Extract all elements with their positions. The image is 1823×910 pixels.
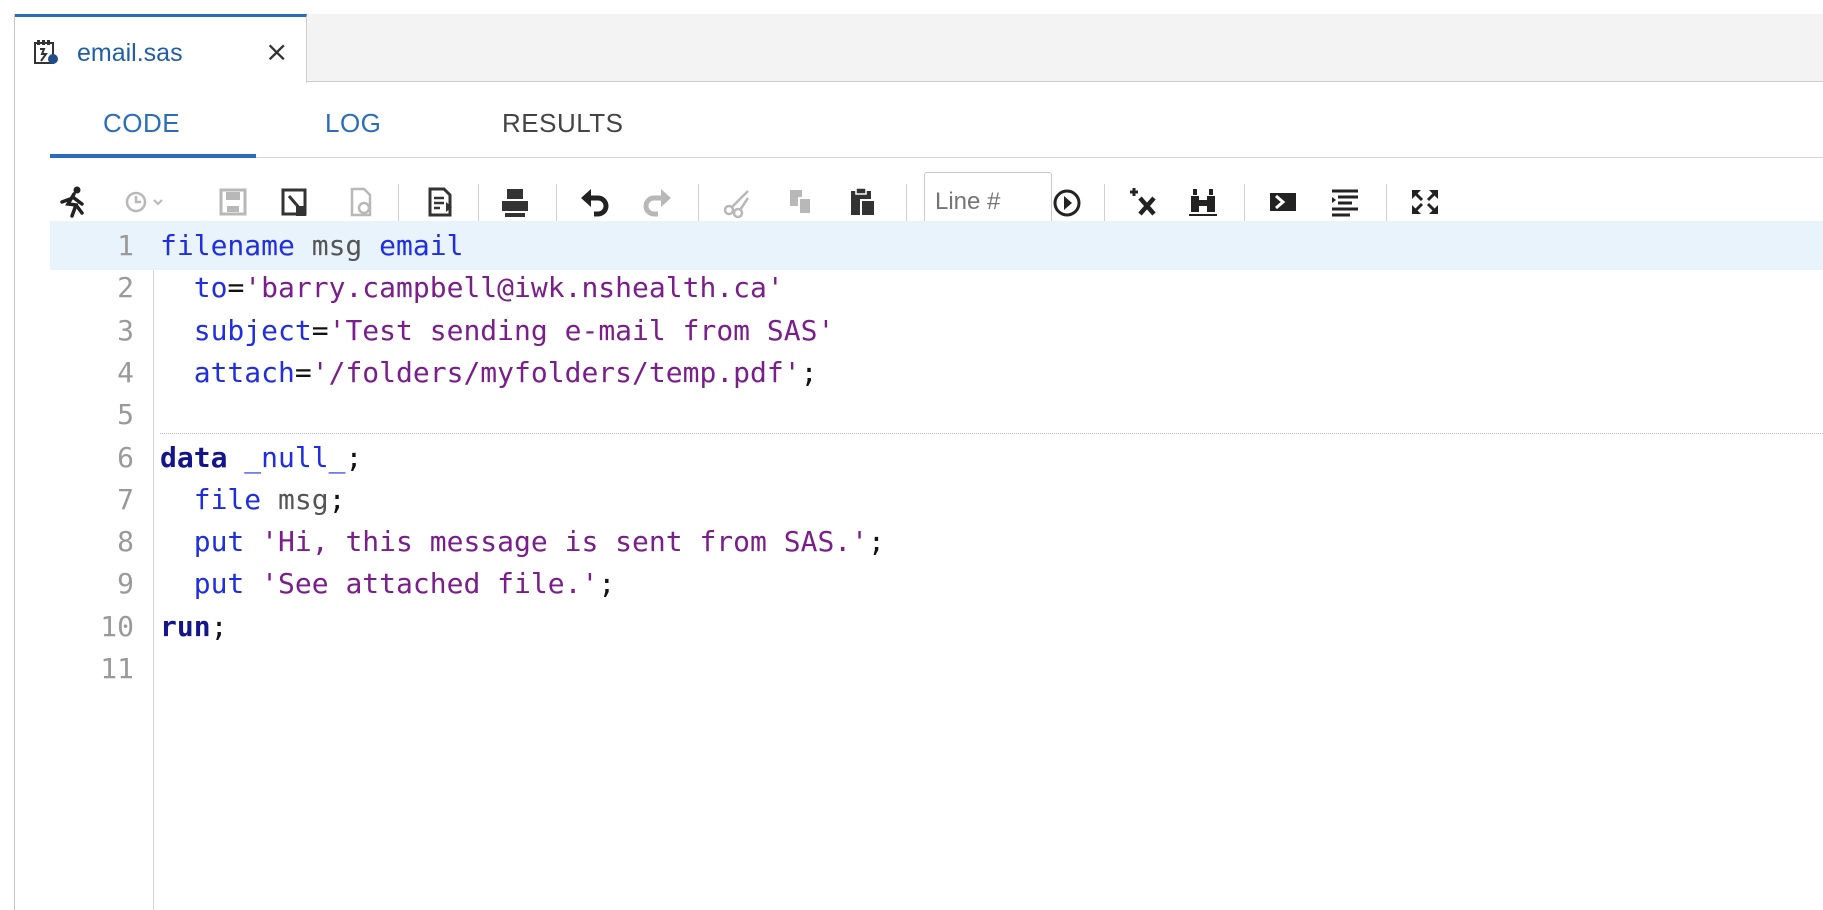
- file-tab-email-sas[interactable]: email.sas ×: [15, 14, 307, 83]
- active-tab-indicator: [50, 154, 256, 158]
- format-code-icon[interactable]: [1328, 184, 1362, 220]
- snippet-icon[interactable]: [1266, 184, 1300, 220]
- file-tab-strip: email.sas ×: [15, 14, 1823, 83]
- run-icon[interactable]: [56, 184, 90, 220]
- code-token: =: [227, 271, 245, 305]
- tab-code[interactable]: CODE: [103, 108, 180, 139]
- code-token: ;: [210, 609, 228, 643]
- find-replace-icon[interactable]: [1186, 184, 1220, 220]
- maximize-icon[interactable]: [1408, 184, 1442, 220]
- code-token: msg: [294, 229, 380, 262]
- code-token: subject: [193, 313, 312, 347]
- code-token: ;: [328, 482, 346, 516]
- toolbar-separator: [398, 184, 399, 224]
- save-icon[interactable]: [216, 184, 250, 220]
- code-token: 'See attached file.': [261, 567, 599, 601]
- close-tab-icon[interactable]: ×: [265, 35, 288, 68]
- code-token: msg: [261, 482, 329, 516]
- code-token: put: [193, 567, 245, 601]
- code-token: ;: [598, 567, 616, 601]
- code-token: 'Test sending e-mail from SAS': [328, 313, 835, 347]
- code-token: =: [294, 355, 312, 389]
- code-line[interactable]: 11: [50, 644, 1823, 693]
- copy-icon[interactable]: [784, 184, 818, 220]
- code-token: ;: [868, 525, 885, 559]
- view-tabs: CODE LOG RESULTS: [50, 98, 1823, 158]
- go-to-line-icon[interactable]: [1050, 184, 1084, 220]
- toolbar-separator: [906, 184, 907, 224]
- history-dropdown-icon[interactable]: [120, 184, 166, 220]
- toolbar-separator: [1104, 184, 1105, 224]
- line-number: 11: [100, 652, 134, 685]
- code-token: '/folders/myfolders/temp.pdf': [311, 355, 801, 389]
- print-icon[interactable]: [498, 184, 532, 220]
- clear-icon[interactable]: [1126, 184, 1160, 220]
- cut-icon[interactable]: [720, 184, 754, 220]
- step-boundary-divider: [160, 432, 1823, 434]
- code-token: put: [193, 525, 245, 559]
- code-token: _null_: [244, 440, 346, 474]
- toolbar-separator: [698, 184, 699, 224]
- toolbar-separator: [478, 184, 479, 224]
- code-token: to: [193, 271, 228, 305]
- open-icon[interactable]: [344, 184, 378, 220]
- code-editor[interactable]: 1 filename msg email 2 to='barry.campbell@…: [50, 221, 1823, 910]
- toolbar-separator: [1386, 184, 1387, 224]
- redo-icon[interactable]: [640, 184, 674, 220]
- code-token: ;: [345, 440, 363, 474]
- tab-log[interactable]: LOG: [325, 108, 381, 139]
- code-token: email: [379, 229, 464, 262]
- undo-icon[interactable]: [578, 184, 612, 220]
- paste-icon[interactable]: [846, 184, 880, 220]
- code-token: attach: [193, 355, 295, 389]
- sas-program-icon: [33, 39, 59, 65]
- code-token: 'Hi, this message is sent from SAS.': [261, 525, 869, 559]
- code-token: filename: [160, 229, 295, 262]
- code-token: data: [160, 440, 228, 474]
- file-tab-label: email.sas: [77, 39, 183, 67]
- toolbar-separator: [556, 184, 557, 224]
- code-token: ;: [800, 355, 818, 389]
- toolbar-separator: [1244, 184, 1245, 224]
- code-token: run: [160, 609, 211, 643]
- code-token: =: [311, 313, 329, 347]
- log-icon[interactable]: [424, 184, 458, 220]
- code-token: file: [193, 482, 262, 516]
- save-as-icon[interactable]: [278, 184, 312, 220]
- tab-results[interactable]: RESULTS: [502, 108, 624, 139]
- code-token: 'barry.campbell@iwk.nshealth.ca': [244, 271, 784, 305]
